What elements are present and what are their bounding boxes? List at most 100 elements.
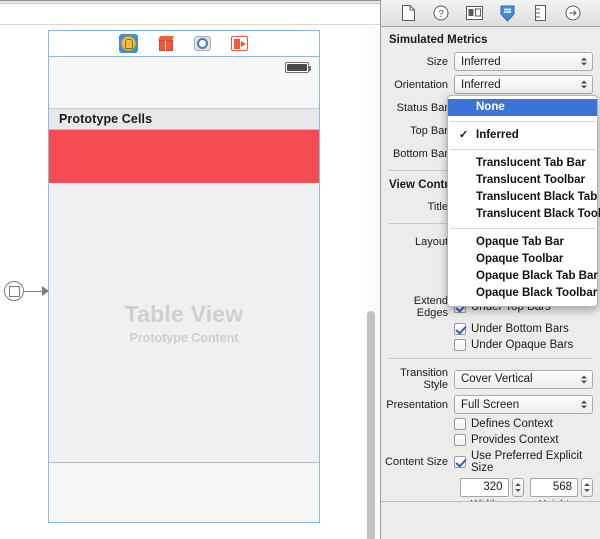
presentation-value: Full Screen — [461, 399, 519, 411]
field-bottom-bar-label: Bottom Bar — [381, 148, 454, 160]
svg-text:?: ? — [438, 9, 444, 20]
defines-context-row[interactable]: Defines Context — [381, 418, 600, 430]
exit-circle-icon — [194, 36, 211, 51]
orientation-popup-button[interactable]: Inferred — [454, 75, 593, 94]
menu-item[interactable]: Opaque Black Tab Bar — [448, 268, 597, 285]
label-use-preferred-explicit-size: Use Preferred Explicit Size — [471, 450, 600, 474]
storyboard-canvas[interactable]: Prototype Cells Table View Prototype Con… — [0, 0, 380, 539]
size-inspector-tab[interactable] — [532, 5, 549, 22]
transition-style-label: Transition Style — [381, 367, 454, 391]
entry-point-glyph — [4, 281, 24, 301]
scene-dock[interactable] — [48, 30, 320, 56]
menu-item[interactable]: Opaque Black Toolbar — [448, 285, 597, 302]
divider — [389, 358, 592, 359]
field-transition-style[interactable]: Transition Style Cover Vertical — [381, 367, 600, 391]
menu-separator — [450, 228, 595, 229]
canvas-top-band — [0, 5, 380, 25]
width-input[interactable]: 320 — [460, 478, 509, 497]
transition-style-popup-button[interactable]: Cover Vertical — [454, 370, 593, 389]
scene-dock-item-first-responder[interactable] — [156, 34, 175, 53]
inspector-footer — [381, 501, 600, 539]
width-stepper[interactable] — [512, 478, 524, 497]
ruler-icon — [535, 5, 546, 21]
content-size-row[interactable]: Content Size Use Preferred Explicit Size — [381, 450, 600, 474]
height-input[interactable]: 568 — [530, 478, 579, 497]
menu-item-label: Opaque Black Tab Bar — [476, 270, 598, 282]
scene-dock-item-unwind-segue[interactable] — [230, 34, 249, 53]
menu-item[interactable]: Translucent Black Toolbar — [448, 206, 597, 223]
menu-item[interactable]: None — [448, 99, 597, 116]
canvas-scrollbar-track[interactable] — [367, 26, 378, 537]
menu-item-label: Translucent Black Toolbar — [476, 208, 600, 220]
menu-item-label: None — [476, 101, 505, 113]
connections-inspector-tab[interactable] — [565, 5, 582, 22]
prototype-cell-row[interactable] — [49, 130, 319, 183]
menu-item[interactable]: Translucent Toolbar — [448, 172, 597, 189]
chevron-updown-icon — [580, 373, 587, 386]
menu-item[interactable]: Translucent Tab Bar — [448, 155, 597, 172]
first-responder-cube-icon — [158, 36, 174, 52]
menu-item[interactable]: Opaque Toolbar — [448, 251, 597, 268]
document-icon — [401, 5, 416, 21]
checkbox-defines-context[interactable] — [454, 418, 466, 430]
file-inspector-tab[interactable] — [400, 5, 417, 22]
label-defines-context: Defines Context — [471, 418, 553, 430]
extend-edges-label: Extend Edges — [381, 295, 454, 319]
menu-separator — [450, 121, 595, 122]
checkbox-provides-context[interactable] — [454, 434, 466, 446]
question-circle-icon: ? — [433, 5, 449, 21]
unwind-segue-icon — [231, 36, 248, 51]
identity-card-icon — [466, 6, 483, 20]
status-bar-popup-menu[interactable]: None✓InferredTranslucent Tab BarTransluc… — [447, 95, 598, 307]
menu-item-label: Opaque Toolbar — [476, 253, 563, 265]
field-presentation[interactable]: Presentation Full Screen — [381, 395, 600, 414]
label-under-bottom-bars: Under Bottom Bars — [471, 323, 569, 335]
provides-context-row[interactable]: Provides Context — [381, 434, 600, 446]
canvas-scrollbar-thumb[interactable] — [367, 311, 375, 539]
view-controller-scene[interactable]: Prototype Cells Table View Prototype Con… — [48, 56, 320, 523]
view-controller-icon — [121, 36, 136, 51]
checkbox-use-preferred-explicit-size[interactable] — [454, 456, 466, 468]
checkbox-under-opaque-bars[interactable] — [454, 339, 466, 351]
presentation-popup-button[interactable]: Full Screen — [454, 395, 593, 414]
table-view-placeholder[interactable]: Table View Prototype Content — [49, 183, 319, 462]
attributes-inspector-tab[interactable] — [499, 5, 516, 22]
menu-item[interactable]: Translucent Black Tab Bar — [448, 189, 597, 206]
field-size-label: Size — [381, 56, 454, 68]
extend-edges-row-3[interactable]: Under Opaque Bars — [381, 339, 600, 351]
content-size-label: Content Size — [381, 456, 454, 468]
table-view-footer — [49, 462, 319, 522]
chevron-updown-icon — [580, 78, 587, 91]
field-title-label: Title — [381, 201, 454, 213]
menu-item[interactable]: Opaque Tab Bar — [448, 234, 597, 251]
field-orientation[interactable]: Orientation Inferred — [381, 75, 600, 94]
battery-icon — [285, 62, 309, 73]
simulated-metrics-title: Simulated Metrics — [381, 27, 600, 52]
field-layout-label: Layout — [381, 236, 454, 248]
height-stepper[interactable] — [581, 478, 593, 497]
label-under-opaque-bars: Under Opaque Bars — [471, 339, 573, 351]
inspector-selector-bar[interactable]: ? — [381, 0, 600, 27]
identity-inspector-tab[interactable] — [466, 5, 483, 22]
label-provides-context: Provides Context — [471, 434, 559, 446]
quick-help-inspector-tab[interactable]: ? — [433, 5, 450, 22]
table-view-title: Table View — [125, 301, 244, 328]
menu-item[interactable]: ✓Inferred — [448, 127, 597, 144]
menu-separator — [450, 149, 595, 150]
field-top-bar-label: Top Bar — [381, 125, 454, 137]
storyboard-entry-point-icon[interactable] — [4, 278, 50, 304]
checkbox-under-bottom-bars[interactable] — [454, 323, 466, 335]
simulated-status-bar — [49, 57, 319, 109]
orientation-popup-value: Inferred — [461, 79, 501, 91]
field-size[interactable]: Size Inferred — [381, 52, 600, 71]
scene-dock-item-exit[interactable] — [193, 34, 212, 53]
transition-style-value: Cover Vertical — [461, 373, 533, 385]
menu-item-label: Opaque Tab Bar — [476, 236, 564, 248]
chevron-updown-icon — [580, 55, 587, 68]
size-popup-button[interactable]: Inferred — [454, 52, 593, 71]
checkmark-icon: ✓ — [459, 127, 468, 144]
scene-dock-item-view-controller[interactable] — [119, 34, 138, 53]
attributes-badge-icon — [500, 5, 515, 22]
prototype-cells-header: Prototype Cells — [49, 109, 319, 130]
extend-edges-row-2[interactable]: Under Bottom Bars — [381, 323, 600, 335]
